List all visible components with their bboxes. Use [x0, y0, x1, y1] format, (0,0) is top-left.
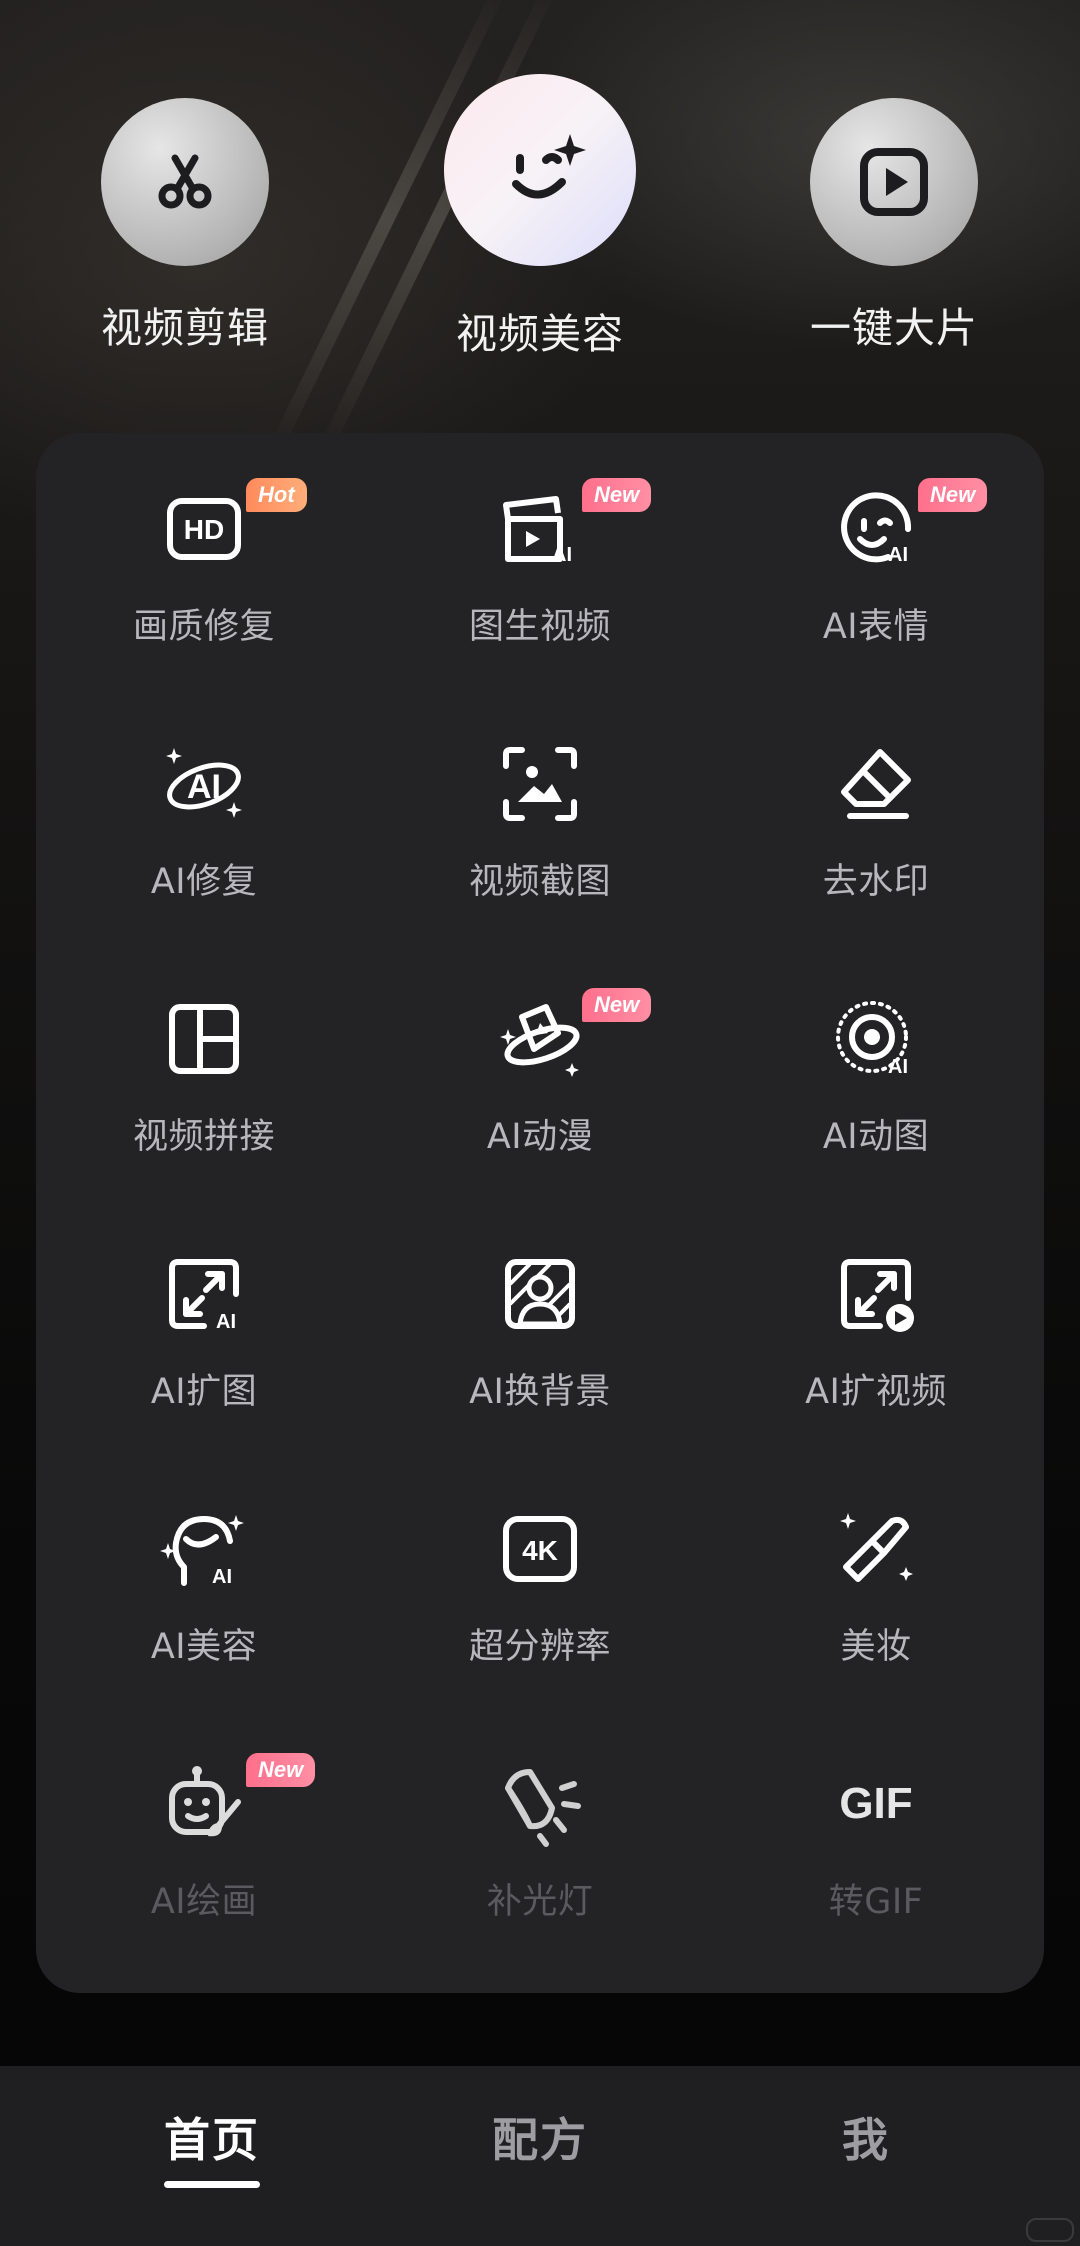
- video-beauty-circle[interactable]: [444, 74, 636, 266]
- video-beauty-label: 视频美容: [456, 310, 624, 358]
- play-square-icon: [860, 148, 928, 216]
- tool-label: AI扩图: [150, 1372, 258, 1412]
- 4k-icon: 4K: [500, 1509, 580, 1589]
- one-click-blockbuster-circle[interactable]: [810, 98, 978, 266]
- scissors-icon: [158, 154, 212, 209]
- tool-ai-anime[interactable]: New AI动漫: [372, 943, 708, 1198]
- ai-icon-text: AI: [552, 544, 572, 566]
- ai-icon-text: AI: [216, 1311, 236, 1333]
- video-edit-label: 视频剪辑: [101, 304, 269, 352]
- new-badge: New: [582, 478, 652, 512]
- one-click-blockbuster-label: 一键大片: [810, 304, 978, 352]
- ai-beauty-icon: AI: [160, 1509, 244, 1589]
- tool-remove-watermark[interactable]: 去水印: [708, 688, 1044, 943]
- bottom-tab-bar: 首页 配方 我: [0, 2066, 1080, 2246]
- tool-label: 视频拼接: [132, 1117, 275, 1157]
- ai-icon-text: AI: [888, 1056, 908, 1078]
- tool-label: AI换背景: [469, 1372, 611, 1412]
- tool-label: AI扩视频: [805, 1372, 947, 1412]
- gif-icon: GIF: [836, 1764, 916, 1844]
- active-tab-indicator: [164, 2181, 260, 2188]
- ai-sparkle-icon: AI: [164, 744, 244, 824]
- tool-label: 美妆: [840, 1627, 912, 1667]
- tool-makeup[interactable]: 美妆: [708, 1453, 1044, 1708]
- tool-label: AI美容: [150, 1627, 258, 1667]
- tool-ai-expand-video[interactable]: AI扩视频: [708, 1198, 1044, 1453]
- tool-video-splice[interactable]: 视频拼接: [36, 943, 372, 1198]
- gif-icon-text: GIF: [839, 1779, 912, 1828]
- tool-image-to-video[interactable]: AI New 图生视频: [372, 433, 708, 688]
- tool-label: 画质修复: [132, 607, 275, 647]
- tool-label: 转GIF: [828, 1882, 924, 1922]
- clapper-ai-icon: AI: [500, 489, 580, 569]
- ai-icon-text: AI: [187, 768, 221, 806]
- tool-label: 补光灯: [486, 1882, 594, 1922]
- tool-ai-gif[interactable]: AI AI动图: [708, 943, 1044, 1198]
- tool-ai-change-background[interactable]: AI换背景: [372, 1198, 708, 1453]
- ai-gif-circle-icon: AI: [836, 999, 916, 1079]
- tab-home[interactable]: 首页: [82, 2104, 342, 2170]
- tools-panel: HD Hot 画质修复 AI New 图生视频 AI New AI表情 AI A…: [36, 433, 1044, 1993]
- grid-layout-icon: [164, 999, 244, 1079]
- tool-fill-light[interactable]: 补光灯: [372, 1708, 708, 1963]
- hd-icon: HD: [164, 489, 244, 569]
- tool-ai-painting[interactable]: New AI绘画: [36, 1708, 372, 1963]
- expand-video-icon: [836, 1254, 916, 1334]
- one-click-blockbuster-button[interactable]: 一键大片: [764, 70, 1024, 354]
- ai-face-icon: AI: [836, 489, 916, 569]
- screenshot-icon: [500, 744, 580, 824]
- lipstick-icon: [836, 1509, 916, 1589]
- tab-me[interactable]: 我: [736, 2104, 996, 2170]
- tool-label: 视频截图: [468, 862, 611, 902]
- video-beauty-button[interactable]: 视频美容: [410, 70, 670, 360]
- watermark-logo: [1026, 2218, 1074, 2242]
- tool-ai-expand-image[interactable]: AI AI扩图: [36, 1198, 372, 1453]
- expand-ai-icon: AI: [164, 1254, 244, 1334]
- tool-label: AI动图: [822, 1117, 930, 1157]
- tool-label: AI表情: [822, 607, 930, 647]
- new-badge: New: [582, 988, 652, 1022]
- top-actions: 视频剪辑 视频美容 一键大片: [0, 70, 1080, 370]
- tab-recipe[interactable]: 配方: [410, 2104, 670, 2170]
- tool-ai-beauty[interactable]: AI AI美容: [36, 1453, 372, 1708]
- tool-label: 去水印: [822, 862, 930, 902]
- eraser-icon: [836, 744, 916, 824]
- 4k-icon-text: 4K: [522, 1535, 558, 1566]
- planet-icon: [500, 999, 580, 1079]
- ai-icon-text: AI: [888, 544, 908, 566]
- smile-sparkle-icon: [512, 134, 586, 199]
- tool-label: 图生视频: [468, 607, 611, 647]
- hd-icon-text: HD: [184, 514, 224, 545]
- tool-to-gif[interactable]: GIF 转GIF: [708, 1708, 1044, 1963]
- tool-ai-repair[interactable]: AI AI修复: [36, 688, 372, 943]
- tool-label: 超分辨率: [468, 1627, 611, 1667]
- tool-ai-expression[interactable]: AI New AI表情: [708, 433, 1044, 688]
- ai-icon-text: AI: [212, 1566, 232, 1588]
- tool-video-screenshot[interactable]: 视频截图: [372, 688, 708, 943]
- tool-label: AI绘画: [150, 1882, 258, 1922]
- tool-label: AI动漫: [486, 1117, 594, 1157]
- tool-super-resolution[interactable]: 4K 超分辨率: [372, 1453, 708, 1708]
- video-edit-circle[interactable]: [101, 98, 269, 266]
- robot-brush-icon: [164, 1764, 244, 1844]
- fill-light-icon: [500, 1764, 581, 1847]
- hot-badge: Hot: [246, 478, 307, 512]
- tool-label: AI修复: [150, 862, 258, 902]
- new-badge: New: [918, 478, 988, 512]
- video-edit-button[interactable]: 视频剪辑: [55, 70, 315, 354]
- tool-quality-repair[interactable]: HD Hot 画质修复: [36, 433, 372, 688]
- new-badge: New: [246, 1753, 316, 1787]
- portrait-bg-icon: [500, 1254, 580, 1334]
